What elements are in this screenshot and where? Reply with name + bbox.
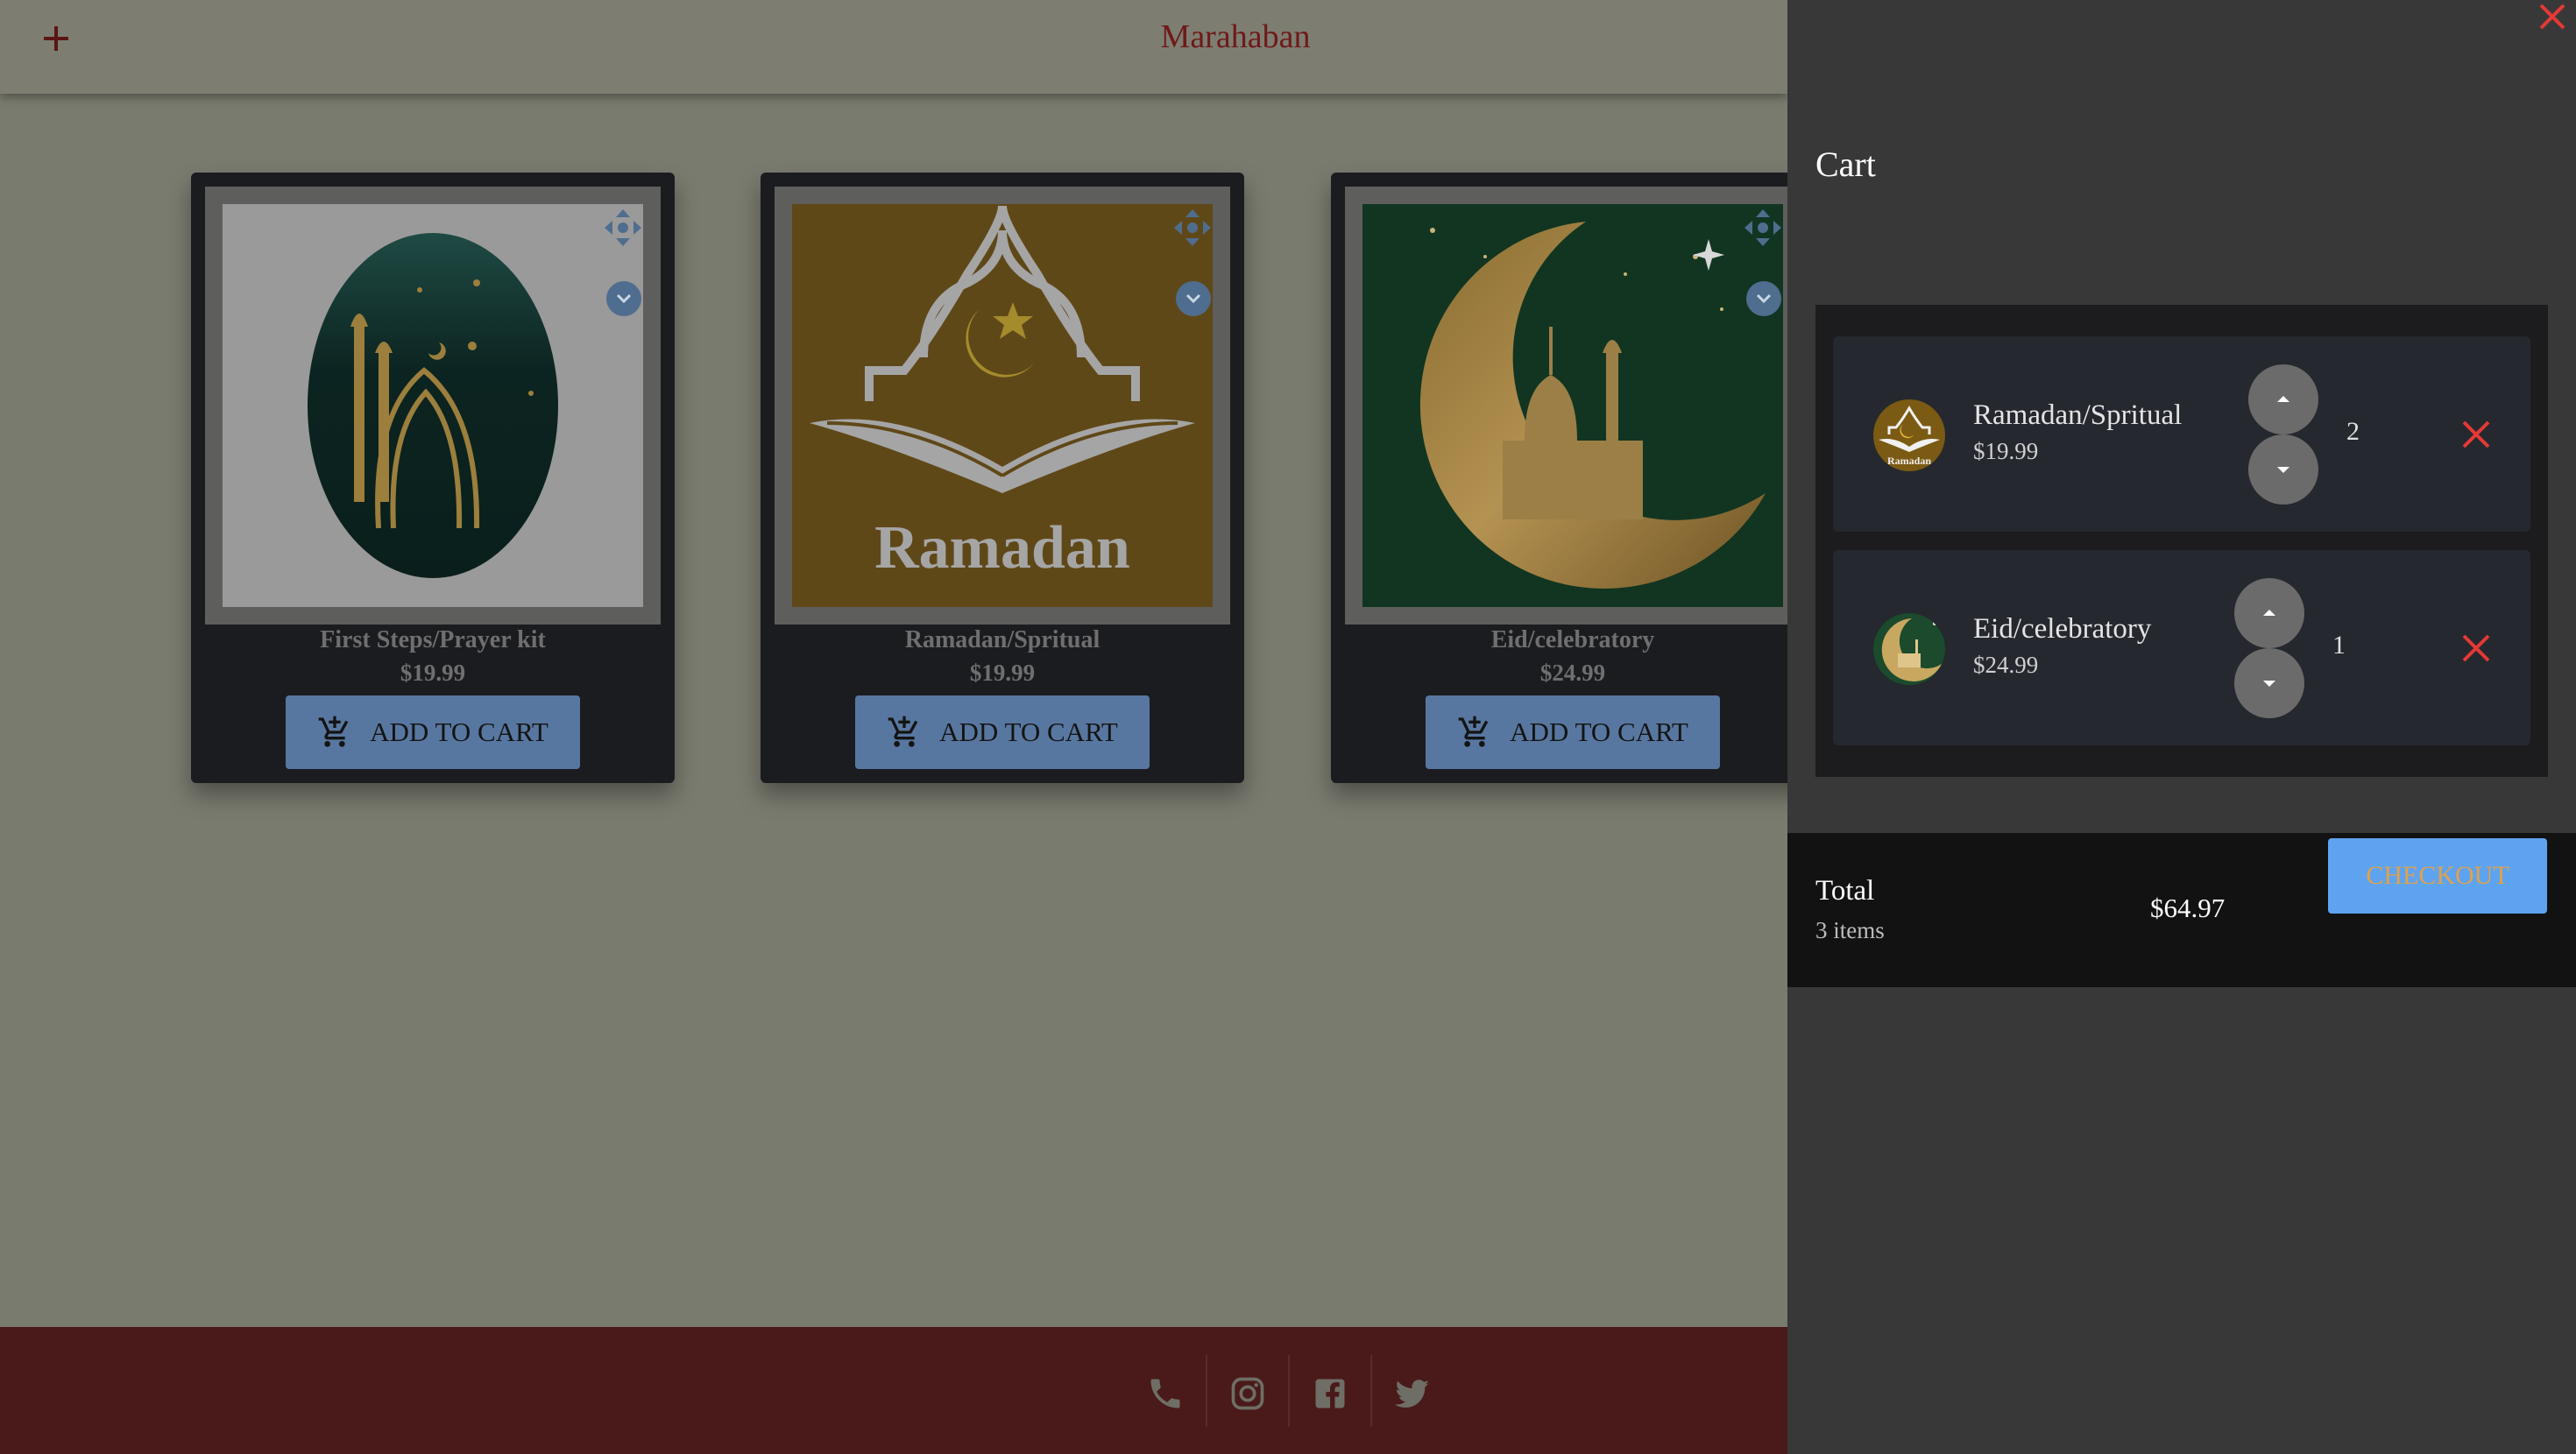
cart-item-thumbnail	[1873, 613, 1945, 685]
checkout-button[interactable]: CHECKOUT	[2328, 838, 2547, 914]
cart-item-quantity: 1	[2332, 631, 2346, 660]
cart-plus-icon	[1458, 716, 1489, 747]
add-to-cart-button[interactable]: ADD TO CART	[286, 695, 580, 769]
increase-quantity-button[interactable]	[2234, 578, 2304, 648]
move-icon[interactable]	[1743, 208, 1783, 248]
cart-item-name: Eid/celebratory	[1973, 613, 2152, 645]
cart-item: Ramadan Ramadan/Spritual $19.99 2	[1833, 336, 2530, 532]
move-icon[interactable]	[1172, 208, 1213, 248]
total-item-count: 3 items	[1815, 917, 1885, 943]
instagram-icon[interactable]	[1207, 1359, 1289, 1428]
cart-item-name: Ramadan/Spritual	[1973, 399, 2183, 431]
main-page: Marahaban First Steps/Prayer kit $19.99 …	[0, 0, 1815, 1454]
product-image-frame	[1345, 187, 1801, 625]
cart-totals: Total 3 items $64.97 CHECKOUT	[1787, 833, 2576, 987]
facebook-icon[interactable]	[1289, 1359, 1371, 1428]
close-icon[interactable]	[2534, 0, 2571, 37]
chevron-down-icon	[2277, 467, 2289, 473]
phone-icon[interactable]	[1124, 1359, 1207, 1428]
remove-item-icon[interactable]	[2457, 629, 2495, 667]
product-card: First Steps/Prayer kit $19.99 ADD TO CAR…	[191, 173, 675, 783]
product-title: First Steps/Prayer kit	[320, 626, 546, 653]
chevron-up-icon	[2277, 396, 2289, 402]
chevron-down-icon[interactable]	[606, 281, 641, 316]
chevron-up-icon	[2263, 610, 2275, 616]
product-image-text: Ramadan	[874, 514, 1130, 582]
total-amount: $64.97	[2150, 893, 2226, 923]
chevron-down-icon[interactable]	[1746, 281, 1781, 316]
cart-title: Cart	[1815, 145, 1876, 184]
cart-plus-icon	[318, 716, 349, 747]
cart-item-price: $24.99	[1973, 652, 2039, 678]
product-image-frame: Ramadan	[775, 187, 1230, 625]
increase-quantity-button[interactable]	[2248, 364, 2318, 434]
product-price: $24.99	[1539, 660, 1606, 686]
move-icon[interactable]	[603, 208, 643, 248]
remove-item-icon[interactable]	[2457, 415, 2495, 454]
cart-item-price: $19.99	[1973, 438, 2039, 464]
cart-drawer: Cart Ramadan Ramadan/Spritual $19.99 2 E…	[1787, 0, 2576, 1454]
product-image	[223, 204, 643, 607]
product-card: Ramadan Ramadan/Spritual $19.99 ADD TO C…	[761, 173, 1244, 783]
add-to-cart-label: ADD TO CART	[939, 716, 1118, 747]
twitter-icon[interactable]	[1371, 1359, 1454, 1428]
cart-item-thumbnail: Ramadan	[1873, 399, 1945, 471]
product-title: Ramadan/Spritual	[904, 626, 1100, 653]
product-image: Ramadan	[792, 204, 1213, 607]
product-title: Eid/celebratory	[1490, 626, 1655, 653]
add-to-cart-label: ADD TO CART	[370, 716, 548, 747]
total-label: Total	[1815, 875, 1875, 907]
product-price: $19.99	[969, 660, 1036, 686]
cart-item-thumbnail-text: Ramadan	[1887, 455, 1931, 467]
cart-plus-icon	[888, 716, 918, 747]
cart-item-quantity: 2	[2346, 417, 2360, 446]
product-price: $19.99	[400, 660, 466, 686]
add-to-cart-label: ADD TO CART	[1510, 716, 1688, 747]
product-card: Eid/celebratory $24.99 ADD TO CART	[1331, 173, 1815, 783]
decrease-quantity-button[interactable]	[2248, 434, 2318, 505]
app-header: Marahaban	[0, 0, 1787, 94]
add-to-cart-button[interactable]: ADD TO CART	[855, 695, 1150, 769]
product-image-frame	[205, 187, 661, 625]
chevron-down-icon	[2263, 681, 2275, 687]
cart-item: Eid/celebratory $24.99 1	[1833, 550, 2530, 745]
decrease-quantity-button[interactable]	[2234, 648, 2304, 718]
product-image	[1362, 204, 1783, 607]
footer	[0, 1327, 1787, 1454]
chevron-down-icon[interactable]	[1176, 281, 1211, 316]
cart-items-list: Ramadan Ramadan/Spritual $19.99 2 Eid/ce…	[1815, 305, 2548, 777]
add-to-cart-button[interactable]: ADD TO CART	[1426, 695, 1720, 769]
